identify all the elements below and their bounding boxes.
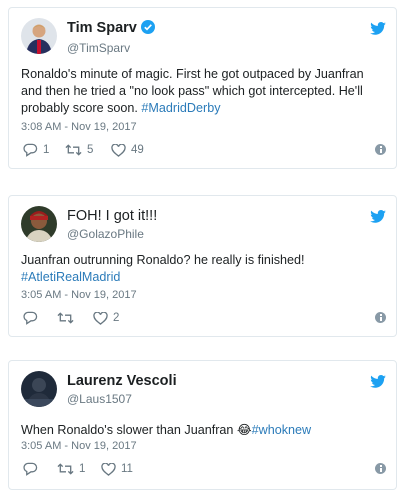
info-icon[interactable]	[375, 463, 386, 474]
tweet-text-line: Juanfran outrunning Ronaldo? he really i…	[21, 253, 305, 267]
tweet-text-line: and then he tried a "no look pass" which…	[21, 84, 363, 98]
tweet-header: Laurenz Vescoli @Laus1507	[21, 371, 356, 407]
tweet-header: FOH! I got it!!! @GolazoPhile	[21, 206, 356, 242]
tweet-header: Tim Sparv @TimSparv	[21, 18, 356, 56]
retweet-button[interactable]: 1	[57, 461, 85, 477]
user-handle[interactable]: @Laus1507	[67, 391, 177, 407]
display-name[interactable]: FOH! I got it!!!	[67, 208, 157, 225]
display-name[interactable]: Tim Sparv	[67, 20, 155, 39]
reply-button[interactable]	[23, 310, 43, 326]
avatar[interactable]	[21, 206, 57, 242]
display-name-text[interactable]: Tim Sparv	[67, 20, 137, 36]
twitter-bird-icon[interactable]	[370, 22, 386, 35]
tweet-timestamp[interactable]: 3:05 AM - Nov 19, 2017	[21, 440, 137, 452]
reply-count: 1	[43, 144, 50, 156]
reply-button[interactable]: 1	[23, 142, 49, 158]
hashtag-link[interactable]: #whoknew	[252, 423, 312, 437]
twitter-bird-icon[interactable]	[370, 210, 386, 223]
reply-icon	[23, 143, 38, 157]
user-handle[interactable]: @GolazoPhile	[67, 226, 157, 242]
retweet-icon	[57, 312, 74, 324]
tweet-text: Juanfran outrunning Ronaldo? he really i…	[21, 252, 384, 286]
info-icon[interactable]	[375, 144, 386, 155]
tweet-card-laurenz-vescoli[interactable]: Laurenz Vescoli @Laus1507 When Ronaldo's…	[8, 360, 397, 490]
like-button[interactable]: 49	[111, 142, 144, 158]
reply-button[interactable]	[23, 461, 43, 477]
tweet-text-fragment: When Ronaldo's slower than Juanfran	[21, 423, 237, 437]
retweet-count: 1	[79, 463, 86, 475]
avatar[interactable]	[21, 371, 57, 407]
retweet-icon	[65, 144, 82, 156]
like-count: 11	[121, 463, 133, 475]
like-heart-icon	[101, 462, 116, 476]
tweet-card-golazophile[interactable]: FOH! I got it!!! @GolazoPhile Juanfran o…	[8, 195, 397, 337]
display-name[interactable]: Laurenz Vescoli	[67, 373, 177, 390]
tweet-text-line: Ronaldo's minute of magic. First he got …	[21, 67, 364, 81]
retweet-count: 5	[87, 144, 94, 156]
like-heart-icon	[111, 143, 126, 157]
reply-icon	[23, 311, 38, 325]
hashtag-link[interactable]: #MadridDerby	[141, 101, 220, 115]
tweet-text: When Ronaldo's slower than Juanfran 😂#wh…	[21, 421, 384, 439]
verified-badge-icon	[140, 20, 155, 39]
retweet-icon	[57, 463, 74, 475]
tweet-timestamp[interactable]: 3:05 AM - Nov 19, 2017	[21, 289, 137, 301]
like-button[interactable]: 11	[101, 461, 133, 477]
reply-icon	[23, 462, 38, 476]
retweet-button[interactable]: 5	[65, 142, 93, 158]
tweet-text-line: probably score soon. #MadridDerby	[21, 100, 384, 117]
twitter-bird-icon[interactable]	[370, 375, 386, 388]
tweet-text-fragment: probably score soon.	[21, 101, 142, 115]
avatar[interactable]	[21, 18, 57, 54]
tweet-text: Ronaldo's minute of magic. First he got …	[21, 66, 384, 117]
like-button[interactable]: 2	[93, 310, 119, 326]
info-icon[interactable]	[375, 312, 386, 323]
user-handle[interactable]: @TimSparv	[67, 40, 155, 56]
tweet-timestamp[interactable]: 3:08 AM - Nov 19, 2017	[21, 121, 137, 133]
like-count: 49	[131, 144, 144, 156]
like-heart-icon	[93, 311, 108, 325]
tweet-card-tim-sparv[interactable]: Tim Sparv @TimSparv Ronaldo's minute of …	[8, 7, 397, 169]
hashtag-link[interactable]: #AtletiRealMadrid	[21, 269, 384, 286]
retweet-button[interactable]	[57, 310, 79, 326]
laughing-emoji: 😂	[236, 422, 252, 437]
like-count: 2	[113, 312, 120, 324]
